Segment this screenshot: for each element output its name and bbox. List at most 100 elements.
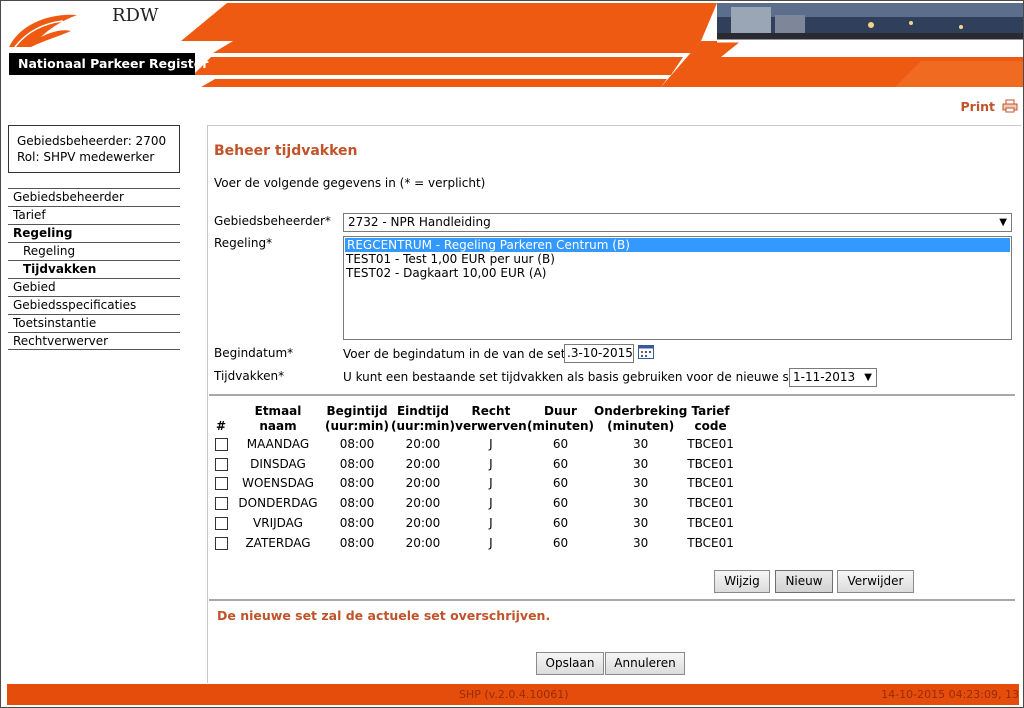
opslaan-button[interactable]: Opslaan: [536, 652, 604, 675]
cell-onderbreking: 30: [633, 456, 649, 471]
sidebar-item-gebiedsbeheerder[interactable]: Gebiedsbeheerder: [8, 188, 180, 206]
timestamp-text: 14-10-2015 04:23:09, 13: [881, 688, 1019, 701]
row-checkbox[interactable]: [214, 517, 228, 531]
row-checkbox[interactable]: [214, 457, 228, 471]
verwijder-button[interactable]: Verwijder: [837, 570, 914, 593]
regeling-listbox[interactable]: REGCENTRUM - Regeling Parkeren Centrum (…: [343, 236, 1012, 340]
cell-eindtijd: 20:00: [405, 496, 441, 511]
column-header-eindtijd: Eindtijd (uur:min): [391, 404, 455, 433]
cell-recht: J: [489, 476, 493, 491]
calendar-icon[interactable]: [638, 344, 654, 359]
brand-logo-text: RDW: [112, 5, 159, 26]
begindatum-input[interactable]: .3-10-2015: [564, 344, 634, 363]
cell-etmaal: ZATERDAG: [245, 535, 311, 550]
app-window: RDW Nationaal Parkeer Register Print Geb…: [0, 0, 1024, 708]
sidebar-item-regeling[interactable]: Regeling: [8, 224, 180, 242]
column-header-duur: Duur (minuten): [526, 404, 595, 433]
wijzig-button[interactable]: Wijzig: [714, 570, 770, 593]
cell-tarief: TBCE01: [687, 535, 734, 550]
table-row: WOENSDAG 08:00 20:00 J 60 30 TBCE01: [209, 474, 734, 494]
regeling-option[interactable]: TEST02 - Dagkaart 10,00 EUR (A): [344, 266, 1011, 280]
regeling-option-selected[interactable]: REGCENTRUM - Regeling Parkeren Centrum (…: [345, 238, 1010, 252]
tijdvakken-label: Tijdvakken*: [214, 369, 285, 383]
cell-eindtijd: 20:00: [405, 535, 441, 550]
page-title: Beheer tijdvakken: [214, 143, 358, 159]
cell-recht: J: [489, 535, 493, 550]
column-header-tarief: Tarief code: [691, 404, 730, 433]
cell-begintijd: 08:00: [339, 456, 375, 471]
row-checkbox[interactable]: [214, 497, 228, 511]
column-header-begintijd: Begintijd (uur:min): [325, 404, 389, 433]
cell-etmaal: VRIJDAG: [253, 516, 303, 531]
gebiedsbeheerder-selected-value: 2732 - NPR Handleiding: [348, 215, 491, 229]
sidebar-item-gebiedsspecificaties[interactable]: Gebiedsspecificaties: [8, 296, 180, 314]
cell-duur: 60: [552, 476, 569, 491]
cell-recht: J: [489, 496, 493, 511]
table-row: DINSDAG 08:00 20:00 J 60 30 TBCE01: [209, 454, 734, 474]
column-header-nr: #: [215, 419, 227, 433]
user-beheerder-text: Gebiedsbeheerder: 2700: [17, 134, 167, 148]
cell-tarief: TBCE01: [687, 456, 734, 471]
annuleren-button[interactable]: Annuleren: [605, 652, 685, 675]
column-header-etmaal: Etmaal naam: [254, 404, 302, 433]
cell-onderbreking: 30: [633, 496, 649, 511]
printer-icon[interactable]: [1002, 99, 1018, 113]
row-checkbox[interactable]: [214, 477, 228, 491]
cell-eindtijd: 20:00: [405, 456, 441, 471]
cell-eindtijd: 20:00: [405, 476, 441, 491]
cell-tarief: TBCE01: [687, 436, 734, 451]
gebiedsbeheerder-select[interactable]: 2732 - NPR Handleiding ▼: [343, 213, 1012, 232]
cell-duur: 60: [552, 516, 569, 531]
column-header-onderbreking: Onderbreking (minuten): [594, 404, 688, 433]
column-header-recht: Recht verwerven: [455, 404, 527, 433]
regeling-option[interactable]: TEST01 - Test 1,00 EUR per uur (B): [344, 252, 1011, 266]
footer-bar: SHP (v.2.0.4.10061) 14-10-2015 04:23:09,…: [7, 684, 1019, 705]
divider: [209, 599, 1015, 601]
cell-onderbreking: 30: [633, 535, 649, 550]
cell-begintijd: 08:00: [339, 436, 375, 451]
chevron-down-icon: ▼: [864, 372, 872, 383]
print-link[interactable]: Print: [961, 99, 996, 114]
nieuw-button[interactable]: Nieuw: [775, 570, 833, 593]
cell-tarief: TBCE01: [687, 476, 734, 491]
sidebar-subitem-tijdvakken[interactable]: Tijdvakken: [8, 260, 180, 278]
sidebar-subitem-regeling[interactable]: Regeling: [8, 242, 180, 260]
tijdvakken-set-select[interactable]: 1-11-2013 ▼: [789, 368, 877, 387]
tijdvakken-table: # Etmaal naam Begintijd (uur:min) Eindtijd…: [209, 402, 734, 553]
header-banner: RDW Nationaal Parkeer Register: [1, 1, 1023, 89]
cell-etmaal: DINSDAG: [250, 456, 306, 471]
cell-etmaal: WOENSDAG: [242, 476, 314, 491]
sidebar-item-tarief[interactable]: Tarief: [8, 206, 180, 224]
cell-eindtijd: 20:00: [405, 436, 441, 451]
overwrite-warning: De nieuwe set zal de actuele set oversch…: [217, 608, 551, 623]
regeling-label: Regeling*: [214, 236, 273, 250]
tijdvakken-selected-value: 1-11-2013: [793, 370, 856, 384]
row-checkbox[interactable]: [214, 437, 228, 451]
cell-onderbreking: 30: [633, 436, 649, 451]
cell-begintijd: 08:00: [339, 535, 375, 550]
cell-duur: 60: [552, 496, 569, 511]
sidebar-item-toetsinstantie[interactable]: Toetsinstantie: [8, 314, 180, 332]
user-info-box: Gebiedsbeheerder: 2700 Rol: SHPV medewer…: [8, 125, 180, 173]
table-row: ZATERDAG 08:00 20:00 J 60 30 TBCE01: [209, 533, 734, 553]
row-checkbox[interactable]: [214, 536, 228, 550]
cell-duur: 60: [552, 456, 569, 471]
cell-etmaal: MAANDAG: [246, 436, 310, 451]
sidebar-item-rechtverwerver[interactable]: Rechtverwerver: [8, 332, 180, 350]
cell-recht: J: [489, 456, 493, 471]
intro-text: Voer de volgende gegevens in (* = verpli…: [214, 176, 486, 190]
cell-begintijd: 08:00: [339, 516, 375, 531]
cell-begintijd: 08:00: [339, 496, 375, 511]
cell-tarief: TBCE01: [687, 516, 734, 531]
cell-duur: 60: [552, 436, 569, 451]
table-row: DONDERDAG 08:00 20:00 J 60 30 TBCE01: [209, 493, 734, 513]
cell-eindtijd: 20:00: [405, 516, 441, 531]
table-row: MAANDAG 08:00 20:00 J 60 30 TBCE01: [209, 434, 734, 454]
cell-onderbreking: 30: [633, 476, 649, 491]
user-role-text: Rol: SHPV medewerker: [17, 150, 155, 164]
cell-recht: J: [489, 516, 493, 531]
cell-begintijd: 08:00: [339, 476, 375, 491]
sidebar-item-gebied[interactable]: Gebied: [8, 278, 180, 296]
sidebar-nav: Gebiedsbeheerder Tarief Regeling Regelin…: [8, 188, 180, 350]
cell-onderbreking: 30: [633, 516, 649, 531]
